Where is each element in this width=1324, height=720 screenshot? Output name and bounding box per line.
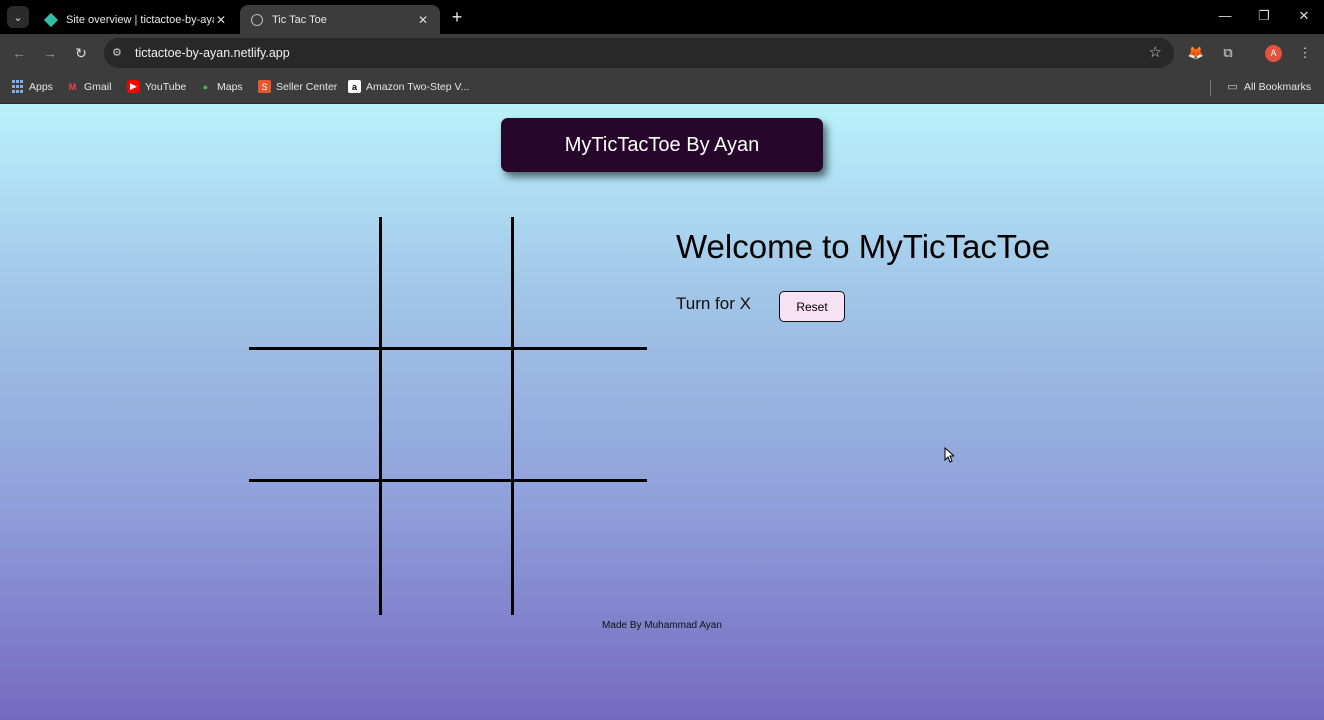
bookmark-seller-center[interactable]: S Seller Center (258, 80, 337, 93)
bookmark-label: All Bookmarks (1244, 80, 1312, 93)
bookmark-label: YouTube (145, 80, 187, 93)
minimize-button[interactable]: — (1215, 8, 1235, 23)
bookmark-amazon[interactable]: a Amazon Two-Step V... (348, 80, 469, 93)
tab-site-overview[interactable]: Site overview | tictactoe-by-ayan ✕ (34, 5, 238, 34)
youtube-icon: ▶ (127, 80, 140, 93)
turn-indicator: Turn for X (676, 294, 751, 313)
browser-toolbar: ← → ↻ ⚙ tictactoe-by-ayan.netlify.app ☆ … (0, 34, 1324, 72)
back-arrow-icon[interactable]: ← (9, 43, 29, 63)
reload-icon[interactable]: ↻ (71, 43, 91, 63)
bookmark-star-icon[interactable]: ☆ (1149, 43, 1162, 61)
netlify-diamond-icon (43, 12, 59, 27)
reset-button[interactable]: Reset (779, 291, 845, 322)
bookmark-label: Maps (217, 80, 243, 93)
bookmark-label: Apps (29, 80, 53, 93)
tab-tic-tac-toe[interactable]: Tic Tac Toe ✕ (240, 5, 440, 34)
metamask-fox-icon[interactable]: 🦊 (1186, 43, 1206, 63)
bookmark-gmail[interactable]: M Gmail (66, 80, 112, 93)
bookmark-apps[interactable]: Apps (11, 80, 53, 93)
board-cell[interactable] (514, 350, 647, 483)
globe-icon (250, 13, 264, 27)
site-settings-icon[interactable]: ⚙ (112, 46, 122, 59)
gmail-icon: M (68, 81, 77, 92)
bookmark-label: Seller Center (276, 80, 338, 93)
window-close-button[interactable]: ✕ (1294, 8, 1314, 24)
bookmark-label: Gmail (84, 80, 112, 93)
tab-title: Site overview | tictactoe-by-ayan (66, 13, 214, 26)
url-text[interactable]: tictactoe-by-ayan.netlify.app (135, 46, 290, 60)
address-bar[interactable]: ⚙ tictactoe-by-ayan.netlify.app ☆ (104, 38, 1174, 68)
forward-arrow-icon[interactable]: → (40, 43, 60, 63)
page-viewport: MyTicTacToe By Ayan Welcome to MyTicTacT… (0, 104, 1324, 720)
welcome-heading: Welcome to MyTicTacToe (676, 228, 1051, 265)
board-cell[interactable] (381, 349, 515, 483)
bookmark-label: Amazon Two-Step V... (366, 80, 470, 93)
game-board (249, 217, 647, 615)
board-cell[interactable] (249, 482, 382, 615)
tab-search-button[interactable]: ⌄ (7, 6, 29, 28)
close-icon[interactable]: ✕ (416, 13, 430, 27)
board-cell[interactable] (382, 482, 515, 615)
profile-avatar[interactable]: A (1265, 45, 1282, 62)
bookmark-youtube[interactable]: ▶ YouTube (127, 80, 186, 93)
bookmarks-divider (1210, 80, 1211, 96)
all-bookmarks-folder[interactable]: ▭ All Bookmarks (1226, 80, 1312, 94)
amazon-icon: a (348, 80, 361, 93)
bookmark-maps[interactable]: ● Maps (199, 80, 243, 93)
tab-title: Tic Tac Toe (272, 13, 327, 26)
folder-icon: ▭ (1227, 81, 1238, 93)
board-cell[interactable] (249, 217, 382, 350)
kebab-menu-icon[interactable]: ⋮ (1295, 43, 1315, 63)
footer-credit: Made By Muhammad Ayan (602, 620, 722, 631)
maps-pin-icon: ● (202, 81, 209, 92)
brand-header: MyTicTacToe By Ayan (501, 118, 823, 172)
board-cell[interactable] (514, 217, 647, 350)
board-cell[interactable] (249, 349, 382, 483)
seller-center-icon: S (258, 80, 271, 93)
restore-button[interactable]: ❐ (1254, 8, 1274, 24)
board-cell[interactable] (514, 482, 647, 615)
extensions-puzzle-icon[interactable]: ⧉ (1218, 43, 1238, 63)
board-cell[interactable] (381, 217, 515, 350)
tab-strip: ⌄ Site overview | tictactoe-by-ayan ✕ Ti… (0, 0, 1324, 34)
chevron-down-icon: ⌄ (13, 11, 23, 24)
bookmarks-bar: Apps M Gmail ▶ YouTube ● Maps S Seller C… (0, 72, 1324, 104)
close-icon[interactable]: ✕ (214, 13, 228, 27)
new-tab-button[interactable]: + (448, 7, 466, 27)
apps-grid-icon (11, 80, 24, 93)
